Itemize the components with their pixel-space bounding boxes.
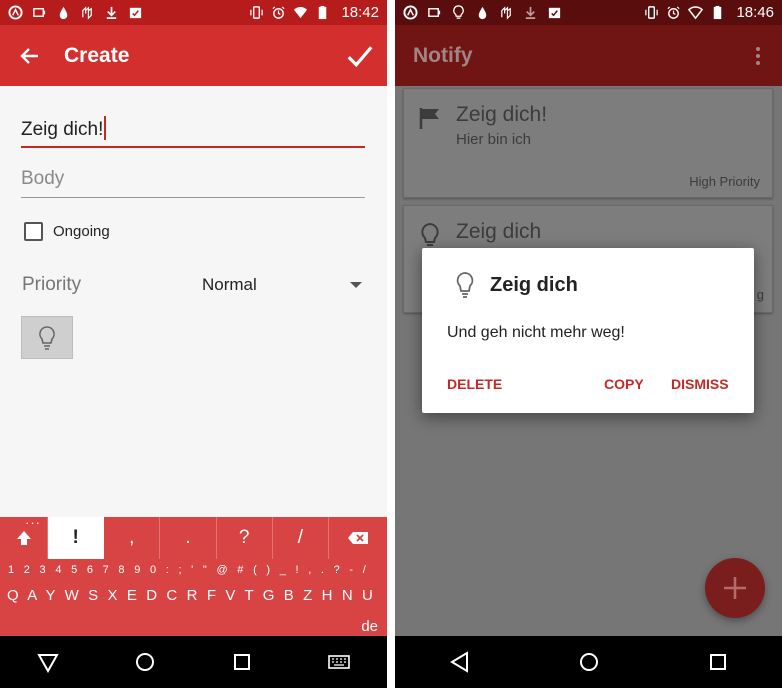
key-period[interactable]: . [160,517,217,559]
keyboard-top-row: ··· ! , . ? / [0,515,387,559]
shift-icon [16,531,31,545]
ongoing-label: Ongoing [53,223,110,240]
bulb-icon [39,325,55,350]
wifi-icon [293,5,308,20]
card-priority: g [756,287,764,302]
backspace-icon [348,532,369,544]
recents-icon[interactable] [230,650,254,674]
key-slash[interactable]: / [273,517,330,559]
keyboard-symbols-row[interactable]: 1 2 3 4 5 6 7 8 9 0 : ; ' " @ # ( ) _ ! … [8,564,379,576]
vibrate-icon [249,5,264,20]
wifi-icon [688,5,704,20]
check-icon[interactable] [345,41,375,71]
bulb-icon [454,271,476,299]
add-button[interactable] [705,558,765,618]
body-input[interactable]: Body [21,168,365,198]
status-bar: 18:42 [0,0,387,25]
card-priority: High Priority [689,174,760,189]
navigation-bar [0,636,387,688]
priority-label: Priority [22,274,82,295]
text-cursor [104,116,107,140]
card-subtitle: Hier bin ich [456,131,532,148]
battery-icon [315,5,330,20]
recents-icon[interactable] [706,650,730,674]
ongoing-checkbox[interactable] [24,222,43,241]
cast-icon [427,5,442,20]
delete-key[interactable] [329,517,387,559]
drop-icon [475,5,490,20]
status-time: 18:42 [341,4,379,21]
back-nav-icon[interactable] [448,650,472,674]
key-question[interactable]: ? [217,517,273,559]
arrow-back-icon[interactable] [18,44,42,68]
gesture-icon [499,5,514,20]
alarm-icon [666,5,681,20]
cast-icon [32,5,47,20]
key-exclamation[interactable]: ! [48,517,105,559]
card-title: Zeig dich! [456,103,548,126]
dialog-message: Und geh nicht mehr weg! [447,324,625,341]
notification-card[interactable]: Zeig dich! Hier bin ich High Priority [403,88,773,198]
bulb-icon [417,222,443,248]
keyboard-letters-row[interactable]: Q A Y W S X E D C R F V T G B Z H N U J … [7,587,381,604]
dropdown-arrow-icon[interactable] [350,282,362,288]
status-bar: 18:46 [395,0,782,25]
create-screen: 18:42 Create Zeig dich! Body Ongoing Pri… [0,0,387,688]
priority-select[interactable]: Normal [202,275,257,295]
checklist-icon [128,5,143,20]
ongoing-checkbox-row[interactable]: Ongoing [24,222,110,241]
flag-icon [417,105,443,131]
title-input-value: Zeig dich! [21,119,104,140]
status-time: 18:46 [736,4,774,21]
delete-button[interactable]: DELETE [447,376,502,392]
navigation-bar [395,636,782,688]
key-comma[interactable]: , [104,517,161,559]
vibrate-icon [644,5,659,20]
dialog-title: Zeig dich [490,274,578,296]
battery-icon [710,5,725,20]
alarm-icon [271,5,286,20]
title-input[interactable]: Zeig dich! [21,116,365,148]
opera-icon [403,5,418,20]
notify-screen: 18:46 Notify Zeig dich! Hier bin ich Hig… [395,0,782,688]
card-title: Zeig dich [456,220,542,243]
app-bar: Notify [395,25,782,86]
dismiss-button[interactable]: DISMISS [671,376,729,392]
more-dots: ··· [25,515,41,530]
gesture-icon [80,5,95,20]
overflow-menu-icon[interactable] [756,46,762,65]
on-screen-keyboard: ··· ! , . ? / 1 2 3 4 5 6 7 8 9 0 : ; ' … [0,515,387,636]
screen-divider [387,0,395,688]
copy-button[interactable]: COPY [604,376,644,392]
notification-dialog: Zeig dich Und geh nicht mehr weg! DELETE… [422,248,754,413]
home-icon[interactable] [577,650,601,674]
shift-key[interactable]: ··· [0,515,48,559]
plus-icon [724,577,746,599]
app-bar: Create [0,25,387,86]
opera-icon [8,5,23,20]
back-nav-icon[interactable] [36,650,60,674]
download-icon [523,5,538,20]
keyboard-language[interactable]: de [361,618,378,635]
page-title: Notify [413,43,473,67]
drop-icon [56,5,71,20]
screenshot-root: 18:42 Create Zeig dich! Body Ongoing Pri… [0,0,782,688]
checklist-icon [547,5,562,20]
home-icon[interactable] [133,650,157,674]
bulb-icon [451,5,466,20]
icon-picker-button[interactable] [21,316,73,359]
page-title: Create [64,43,130,67]
download-icon [104,5,119,20]
keyboard-switch-icon[interactable] [327,650,351,674]
